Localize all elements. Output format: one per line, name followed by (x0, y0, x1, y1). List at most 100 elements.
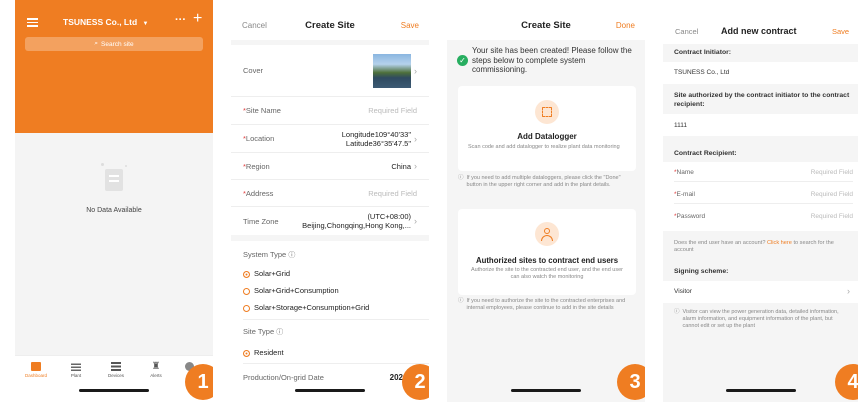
screen-site-created: Create Site Done ✓ Your site has been cr… (447, 0, 645, 402)
caret-down-icon: ▼ (142, 21, 149, 27)
site-name-label: Site Name (245, 106, 281, 115)
email-field[interactable]: *E-mail Required Field (674, 191, 853, 204)
screen-dashboard: TSUNESS Co., Ltd ▼ ··· + ⌕ Search site N… (15, 0, 213, 402)
screen-create-site: Cancel Create Site Save Cover › *Site Na… (231, 0, 429, 402)
cover-image[interactable] (373, 53, 411, 88)
scan-icon (535, 100, 559, 124)
system-type-card: System Type ⓘ Solar+Grid Solar+Grid+Cons… (231, 241, 429, 402)
user-icon (535, 222, 559, 246)
empty-text: No Data Available (86, 207, 142, 214)
chevron-right-icon: › (414, 161, 417, 171)
done-button[interactable]: Done (616, 21, 635, 30)
signing-label: Signing scheme: (674, 268, 729, 275)
menu-icon[interactable] (27, 18, 38, 27)
info-icon: ⓘ (458, 175, 464, 181)
home-indicator (511, 389, 581, 392)
tab-label: Plant (70, 373, 82, 378)
tab-label: Alerts (150, 373, 162, 378)
tab-devices[interactable]: Devices (101, 362, 131, 378)
success-message: Your site has been created! Please follo… (472, 46, 632, 74)
recipient-form: *Name Required Field *E-mail Required Fi… (663, 162, 858, 231)
address-label: Address (245, 188, 274, 198)
radio (243, 304, 250, 312)
company-selector[interactable]: TSUNESS Co., Ltd ▼ (63, 17, 148, 27)
step-badge: 4 (835, 364, 858, 400)
initiator-value: TSUNESS Co., Ltd (674, 69, 730, 76)
card-description: Authorize the site to the contracted end… (471, 267, 623, 280)
tab-dashboard[interactable]: Dashboard (21, 362, 51, 378)
more-icon[interactable]: ··· (175, 14, 186, 26)
password-field[interactable]: *Password Required Field (674, 213, 853, 220)
screen-add-contract: Cancel Add new contract Save Contract In… (663, 0, 858, 402)
radio-selected (243, 270, 250, 278)
initiator-label: Contract Initiator: (674, 49, 732, 56)
tab-label: Devices (107, 373, 124, 378)
name-field[interactable]: *Name Required Field (674, 169, 853, 182)
bottom-tab-bar: Dashboard Plant Devices ♜ Alerts (15, 355, 213, 402)
timezone-field[interactable]: Time Zone (UTC+08:00) Beijing,Chongqing,H… (231, 207, 429, 235)
home-indicator (725, 389, 796, 392)
save-button[interactable]: Save (832, 27, 849, 36)
click-here-link[interactable]: Click here (767, 240, 792, 246)
tab-plant[interactable]: Plant (61, 362, 91, 378)
help-icon: ⓘ (276, 329, 284, 336)
add-icon[interactable]: + (193, 10, 202, 28)
account-hint: Does the end user have an account? Click… (674, 240, 834, 253)
authorized-value-row: 1111 (663, 114, 858, 136)
empty-illustration (101, 163, 127, 193)
search-icon: ⌕ (94, 40, 99, 47)
tab-alerts[interactable]: ♜ Alerts (141, 362, 171, 379)
location-field[interactable]: *Location Longitude109°40'33" Latitude36°… (231, 125, 429, 153)
production-date-label: Production/On-grid Date (243, 373, 324, 382)
initiator-value-row: TSUNESS Co., Ltd (663, 62, 858, 84)
cancel-button[interactable]: Cancel (675, 27, 698, 36)
timezone-cities: Beijing,Chongqing,Hong Kong,... (302, 221, 411, 230)
help-icon: ⓘ (288, 252, 296, 259)
longitude-value: Longitude109°40'33" (341, 129, 411, 139)
chevron-right-icon: › (847, 286, 850, 296)
chevron-right-icon: › (414, 133, 417, 144)
add-datalogger-card[interactable]: Add Datalogger Scan code and add datalog… (458, 86, 636, 171)
region-label: Region (245, 161, 270, 171)
nav-bar (663, 0, 858, 44)
radio-selected (243, 349, 250, 357)
address-field[interactable]: *Address Required Field (231, 180, 429, 207)
info-icon: ⓘ (458, 298, 464, 304)
timezone-offset: (UTC+08:00) (367, 212, 411, 221)
option-solar-grid[interactable]: Solar+Grid (243, 269, 290, 278)
visitor-note: ⓘ Visitor can view the power generation … (674, 309, 839, 329)
region-field[interactable]: *Region China › (231, 153, 429, 180)
chevron-right-icon: › (414, 216, 417, 226)
step-badge: 3 (617, 364, 645, 400)
form-card: Cover › *Site Name Required Field *Locat… (231, 45, 429, 235)
authorize-card[interactable]: Authorized sites to contract end users A… (458, 209, 636, 295)
company-name: TSUNESS Co., Ltd (63, 17, 138, 27)
chevron-right-icon: › (414, 65, 417, 76)
recipient-label: Contract Recipient: (674, 150, 737, 157)
visitor-row[interactable]: Visitor › (663, 281, 858, 303)
region-value: China (391, 161, 411, 171)
card-title: Authorized sites to contract end users (475, 256, 619, 265)
timezone-label: Time Zone (243, 216, 279, 226)
search-bar[interactable]: ⌕ Search site (25, 37, 203, 51)
info-note: ⓘ If you need to authorize the site to t… (458, 298, 626, 311)
option-solar-storage[interactable]: Solar+Storage+Consumption+Grid (243, 303, 369, 312)
devices-icon (111, 362, 121, 371)
card-description: Scan code and add datalogger to realize … (468, 144, 620, 150)
tab-label: Dashboard (24, 373, 47, 378)
search-placeholder: Search site (101, 40, 134, 48)
option-solar-grid-consumption[interactable]: Solar+Grid+Consumption (243, 286, 339, 295)
card-title: Add Datalogger (517, 132, 577, 141)
site-name-placeholder: Required Field (368, 106, 417, 115)
save-button[interactable]: Save (401, 21, 419, 30)
authorized-label: Site authorized by the contract initiato… (674, 92, 850, 108)
radio (243, 287, 250, 295)
home-indicator (295, 389, 365, 392)
option-resident[interactable]: Resident (243, 348, 284, 357)
site-name-field[interactable]: *Site Name Required Field (231, 97, 429, 125)
site-type-label: Site Type ⓘ (243, 327, 284, 336)
production-date-field[interactable]: Production/On-grid Date 2024-03 (243, 373, 419, 382)
success-icon: ✓ (457, 55, 468, 66)
location-label: Location (245, 134, 275, 143)
plant-icon (71, 362, 81, 371)
